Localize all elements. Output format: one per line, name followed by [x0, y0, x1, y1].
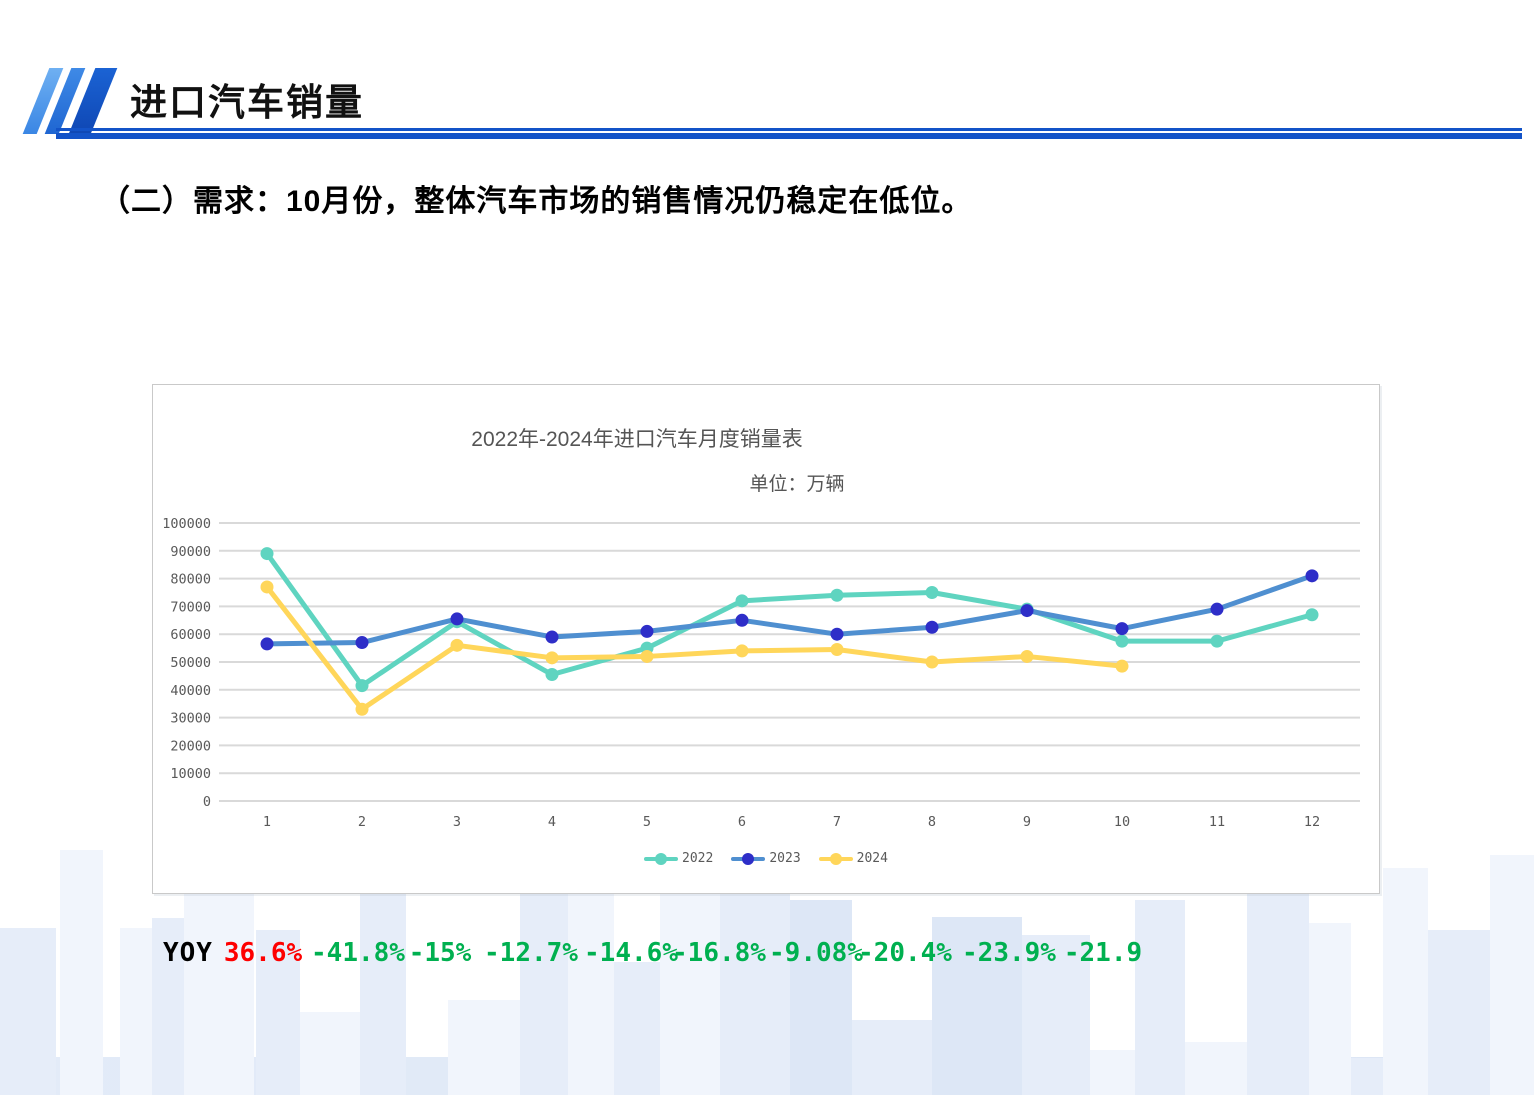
x-axis-tick: 11 — [1209, 814, 1225, 830]
data-point-2022 — [1211, 635, 1224, 648]
data-point-2022 — [1306, 608, 1319, 621]
x-axis-tick: 7 — [833, 814, 841, 830]
data-point-2022 — [736, 594, 749, 607]
x-axis-tick: 5 — [643, 814, 651, 830]
legend-swatch-icon — [644, 853, 678, 865]
y-axis-tick: 20000 — [170, 738, 211, 754]
chart-legend: 2022 2023 2024 — [153, 851, 1379, 866]
data-point-2022 — [926, 586, 939, 599]
header: 进口汽车销量 — [0, 0, 1534, 150]
header-divider — [56, 128, 1522, 139]
skyline-bar — [1135, 900, 1185, 1095]
data-point-2022 — [546, 668, 559, 681]
y-axis-tick: 50000 — [170, 655, 211, 671]
legend-swatch-icon — [819, 853, 853, 865]
data-point-2023 — [1116, 622, 1129, 635]
x-axis-tick: 2 — [358, 814, 366, 830]
data-point-2024 — [831, 643, 844, 656]
data-point-2024 — [1021, 650, 1034, 663]
y-axis-tick: 10000 — [170, 766, 211, 782]
chart-title: 2022年-2024年进口汽车月度销量表 — [471, 423, 802, 453]
skyline-bar — [300, 1012, 360, 1095]
x-axis-tick: 9 — [1023, 814, 1031, 830]
skyline-bar — [1090, 1050, 1135, 1095]
y-axis-tick: 40000 — [170, 683, 211, 699]
skyline-bar — [1383, 868, 1428, 1095]
skyline-bar — [790, 900, 852, 1095]
yoy-value: -20.4% — [845, 938, 965, 968]
x-axis-tick: 3 — [453, 814, 461, 830]
skyline-bar — [448, 1000, 520, 1095]
data-point-2024 — [546, 651, 559, 664]
data-point-2024 — [261, 580, 274, 593]
data-point-2022 — [261, 547, 274, 560]
x-axis-tick: 1 — [263, 814, 271, 830]
data-point-2023 — [1021, 604, 1034, 617]
y-axis-tick: 30000 — [170, 711, 211, 727]
chart-panel: 0 10000 20000 30000 40000 50000 60000 70000 8000… — [152, 384, 1380, 894]
data-point-2023 — [1211, 603, 1224, 616]
data-point-2023 — [356, 636, 369, 649]
data-point-2023 — [831, 628, 844, 641]
x-axis-tick: 6 — [738, 814, 746, 830]
legend-swatch-icon — [731, 853, 765, 865]
data-point-2022 — [1116, 635, 1129, 648]
skyline-bar — [360, 880, 406, 1095]
line-chart: 0 10000 20000 30000 40000 50000 60000 70000 8000… — [153, 385, 1381, 895]
x-axis-tick: 12 — [1304, 814, 1320, 830]
data-point-2023 — [261, 637, 274, 650]
data-point-2024 — [356, 703, 369, 716]
skyline-bar — [852, 1020, 932, 1095]
skyline-bar — [614, 962, 660, 1095]
data-point-2024 — [736, 644, 749, 657]
y-axis-tick: 0 — [203, 794, 211, 810]
y-axis-tick: 80000 — [170, 572, 211, 588]
data-point-2024 — [1116, 660, 1129, 673]
legend-item-2024: 2024 — [819, 851, 888, 866]
data-point-2023 — [926, 621, 939, 634]
x-axis-tick: 10 — [1114, 814, 1130, 830]
legend-label: 2023 — [769, 851, 800, 866]
data-point-2022 — [356, 679, 369, 692]
data-point-2022 — [831, 589, 844, 602]
divider-thin-line — [56, 128, 1522, 131]
skyline-bar — [720, 870, 790, 1095]
legend-item-2023: 2023 — [731, 851, 800, 866]
data-point-2023 — [641, 625, 654, 638]
data-point-2024 — [926, 656, 939, 669]
data-point-2023 — [451, 612, 464, 625]
data-point-2024 — [641, 650, 654, 663]
data-point-2024 — [451, 639, 464, 652]
data-point-2023 — [546, 630, 559, 643]
data-point-2023 — [736, 614, 749, 627]
y-axis-tick: 90000 — [170, 544, 211, 560]
skyline-bar — [1185, 1042, 1247, 1095]
yoy-row: YOY 36.6%-41.8%-15%-12.7%-14.6%-16.8%-9.… — [0, 938, 1534, 978]
skyline-bar — [520, 870, 568, 1095]
slide: 进口汽车销量 （二）需求：10月份，整体汽车市场的销售情况仍稳定在低位。 0 10… — [0, 0, 1534, 1095]
legend-label: 2024 — [857, 851, 888, 866]
y-axis-tick: 70000 — [170, 599, 211, 615]
x-axis-tick: 4 — [548, 814, 556, 830]
section-heading: （二）需求：10月份，整体汽车市场的销售情况仍稳定在低位。 — [100, 176, 972, 220]
data-point-2023 — [1306, 569, 1319, 582]
yoy-value: -21.9 — [1043, 938, 1163, 968]
chart-unit-label: 单位：万辆 — [749, 469, 844, 496]
divider-thick-line — [56, 133, 1522, 139]
x-axis-tick: 8 — [928, 814, 936, 830]
legend-label: 2022 — [682, 851, 713, 866]
y-axis-tick: 100000 — [162, 516, 211, 532]
page-title: 进口汽车销量 — [130, 72, 364, 126]
legend-item-2022: 2022 — [644, 851, 713, 866]
y-axis-tick: 60000 — [170, 627, 211, 643]
